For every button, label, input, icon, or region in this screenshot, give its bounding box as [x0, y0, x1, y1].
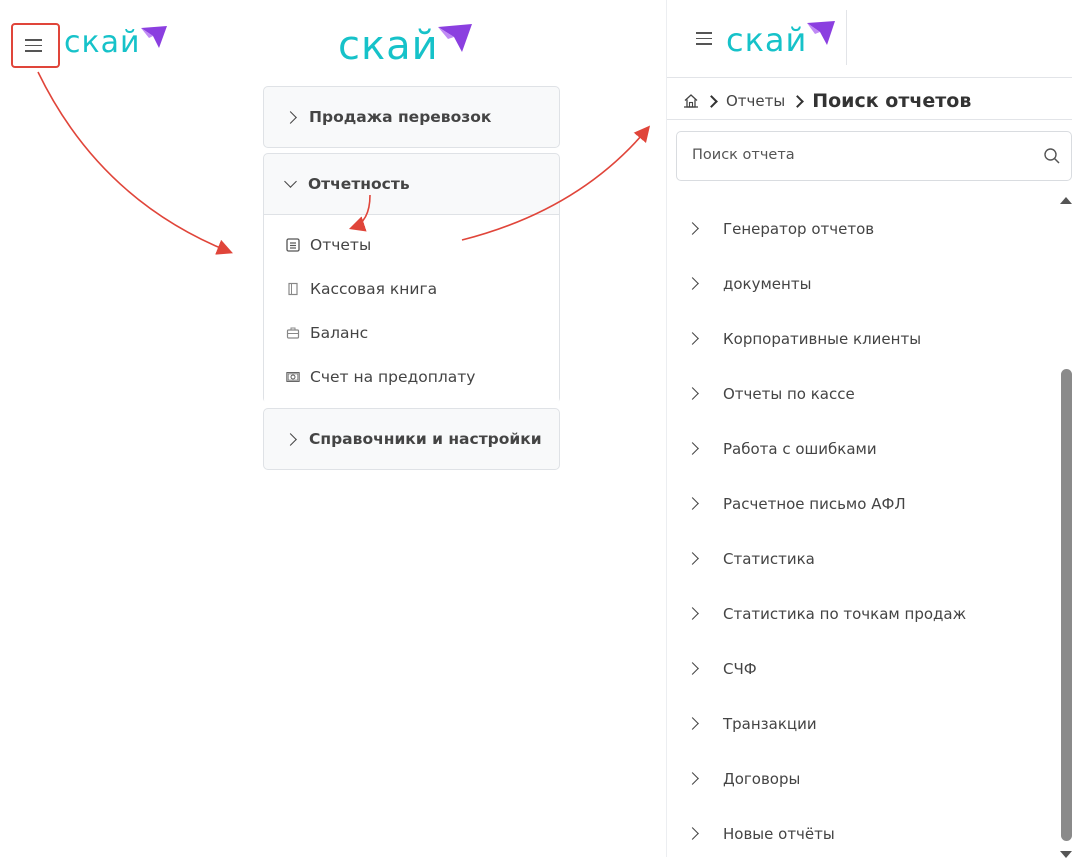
chevron-right-icon [686, 442, 699, 455]
report-folder-label: Статистика по точкам продаж [723, 604, 967, 623]
scroll-thumb[interactable] [1061, 369, 1072, 841]
report-folder-label: Транзакции [723, 714, 817, 733]
report-folder-label: Статистика [723, 549, 815, 568]
report-folder-item[interactable]: СЧФ [686, 641, 1056, 696]
chevron-right-icon [686, 552, 699, 565]
submenu-item-label: Счет на предоплату [310, 368, 476, 386]
header-bottom-divider [667, 77, 1072, 78]
report-folder-label: Новые отчёты [723, 824, 835, 843]
submenu-item-label: Отчеты [310, 236, 372, 254]
section-label: Отчетность [308, 175, 410, 193]
logo-text: скай [64, 25, 141, 60]
logo-text: скай [338, 23, 439, 69]
report-folder-label: Договоры [723, 769, 801, 788]
breadcrumb-separator-icon [791, 94, 805, 108]
submenu-item-label: Кассовая книга [310, 280, 438, 298]
chevron-right-icon [686, 222, 699, 235]
breadcrumb-separator-icon [705, 94, 718, 108]
chevron-right-icon [284, 110, 297, 124]
report-folder-item[interactable]: Транзакции [686, 696, 1056, 751]
scrollbar[interactable] [1058, 197, 1072, 858]
menu-toggle-highlight[interactable] [11, 23, 60, 68]
logo-small: скай [64, 26, 169, 58]
report-doc-icon [286, 238, 300, 252]
breadcrumb-link-reports[interactable]: Отчеты [726, 92, 785, 110]
chevron-right-icon [686, 772, 699, 785]
hamburger-icon[interactable] [25, 39, 42, 56]
report-folder-item[interactable]: Работа с ошибками [686, 421, 1056, 476]
submenu-item-label: Баланс [310, 324, 369, 342]
logo-header: скай [726, 21, 837, 56]
scroll-up-arrow-icon[interactable] [1060, 197, 1072, 204]
briefcase-icon [286, 326, 300, 340]
report-folder-item[interactable]: Договоры [686, 751, 1056, 806]
menu-section-reporting[interactable]: Отчетность Отчеты Кассовая книга Баланс … [263, 153, 560, 405]
submenu-item-cash-book[interactable]: Кассовая книга [264, 267, 559, 311]
submenu-item-balance[interactable]: Баланс [264, 311, 559, 355]
chevron-right-icon [686, 607, 699, 620]
home-icon[interactable] [683, 93, 699, 109]
submenu-item-prepayment-invoice[interactable]: Счет на предоплату [264, 355, 559, 399]
hamburger-icon[interactable] [696, 32, 712, 49]
report-folder-label: Отчеты по кассе [723, 384, 855, 403]
logo-flag-icon [140, 26, 167, 48]
book-icon [286, 282, 300, 296]
chevron-right-icon [686, 387, 699, 400]
submenu-item-reports[interactable]: Отчеты [264, 223, 559, 267]
breadcrumb: Отчеты Поиск отчетов [683, 89, 971, 113]
header-divider [846, 10, 847, 65]
chevron-right-icon [284, 432, 297, 446]
chevron-right-icon [686, 497, 699, 510]
report-search-box[interactable] [676, 131, 1072, 181]
report-folder-label: СЧФ [723, 659, 757, 678]
report-folder-label: Генератор отчетов [723, 219, 875, 238]
logo-text: скай [726, 21, 808, 59]
report-folder-label: документы [723, 274, 812, 293]
report-folder-item[interactable]: Расчетное письмо АФЛ [686, 476, 1056, 531]
report-folder-label: Расчетное письмо АФЛ [723, 494, 906, 513]
chevron-right-icon [686, 717, 699, 730]
report-folder-item[interactable]: Статистика [686, 531, 1056, 586]
panel-left-border [666, 0, 667, 857]
chevron-right-icon [686, 332, 699, 345]
logo-large: скай [338, 24, 474, 66]
arrow-to-menu [37, 71, 233, 255]
chevron-right-icon [686, 827, 699, 840]
report-folder-item[interactable]: Генератор отчетов [686, 201, 1056, 256]
report-folder-item[interactable]: документы [686, 256, 1056, 311]
menu-section-settings[interactable]: Справочники и настройки [263, 408, 560, 470]
search-icon[interactable] [1043, 147, 1061, 169]
chevron-right-icon [686, 277, 699, 290]
reporting-submenu: Отчеты Кассовая книга Баланс Счет на пре… [264, 214, 559, 405]
report-search-input[interactable] [690, 146, 1024, 164]
report-list: Генератор отчетов документы Корпоративные … [686, 201, 1056, 861]
report-folder-item[interactable]: Статистика по точкам продаж [686, 586, 1056, 641]
money-bill-icon [286, 370, 300, 384]
menu-section-sales[interactable]: Продажа перевозок [263, 86, 560, 148]
report-folder-item[interactable]: Корпоративные клиенты [686, 311, 1056, 366]
section-label: Справочники и настройки [309, 430, 542, 448]
breadcrumb-current: Поиск отчетов [812, 90, 972, 112]
chevron-down-icon [284, 174, 297, 188]
logo-flag-icon [437, 24, 472, 52]
section-label: Продажа перевозок [309, 108, 492, 126]
report-folder-label: Корпоративные клиенты [723, 329, 922, 348]
logo-flag-icon [807, 21, 836, 45]
report-folder-label: Работа с ошибками [723, 439, 877, 458]
chevron-right-icon [686, 662, 699, 675]
report-folder-item[interactable]: Новые отчёты [686, 806, 1056, 861]
report-folder-item[interactable]: Отчеты по кассе [686, 366, 1056, 421]
breadcrumb-divider [667, 119, 1072, 120]
